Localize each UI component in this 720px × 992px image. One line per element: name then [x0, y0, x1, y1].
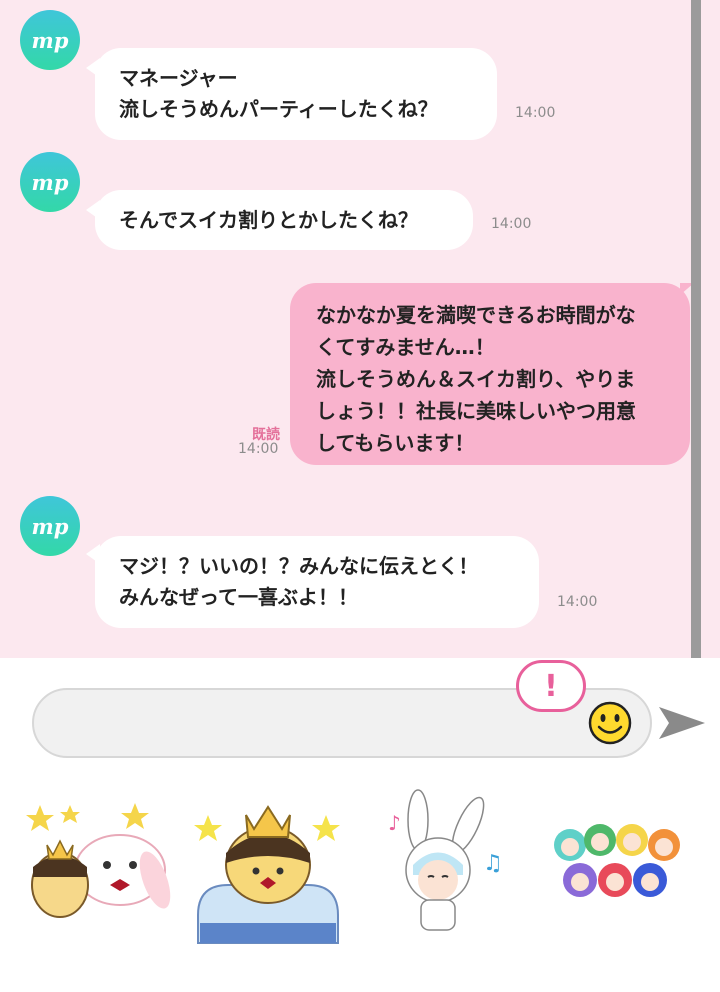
message-time: 14:00	[491, 216, 532, 232]
message-time: 14:00	[515, 105, 556, 121]
bunny-hood-boy-sticker[interactable]: ♪ ♫	[373, 785, 533, 945]
avatar[interactable]: mp	[20, 496, 80, 556]
message-time: 14:00	[557, 594, 598, 610]
crowned-pudding-in-jar-sticker[interactable]	[188, 785, 348, 945]
svg-text:♪: ♪	[388, 811, 401, 835]
smiley-icon[interactable]	[588, 701, 632, 745]
message-bubble-incoming: マネージャー 流しそうめんパーティーしたくね？	[95, 48, 497, 140]
scrollbar[interactable]	[691, 0, 701, 658]
send-arrow-icon[interactable]	[657, 703, 707, 743]
avatar[interactable]: mp	[20, 152, 80, 212]
exclamation-icon[interactable]: !	[516, 660, 586, 712]
crown-pudding-and-bunny-sticker[interactable]	[15, 785, 175, 945]
svg-text:♫: ♫	[483, 851, 503, 876]
message-time: 14:00	[238, 441, 279, 457]
message-bubble-outgoing: なかなか夏を満喫できるお時間がな くてすみません…！ 流しそうめん＆スイカ割り、…	[290, 283, 690, 465]
message-bubble-incoming: そんでスイカ割りとかしたくね？	[95, 190, 473, 250]
message-input[interactable]	[54, 704, 578, 744]
message-bubble-incoming: マジ！？いいの！？みんなに伝えとく！ みんなぜって一喜ぶよ！！	[95, 536, 539, 628]
chat-area[interactable]: mp マネージャー 流しそうめんパーティーしたくね？ 14:00 mp そんでス…	[0, 0, 720, 658]
avatar[interactable]: mp	[20, 10, 80, 70]
group-hoodies-sticker[interactable]	[540, 785, 700, 945]
